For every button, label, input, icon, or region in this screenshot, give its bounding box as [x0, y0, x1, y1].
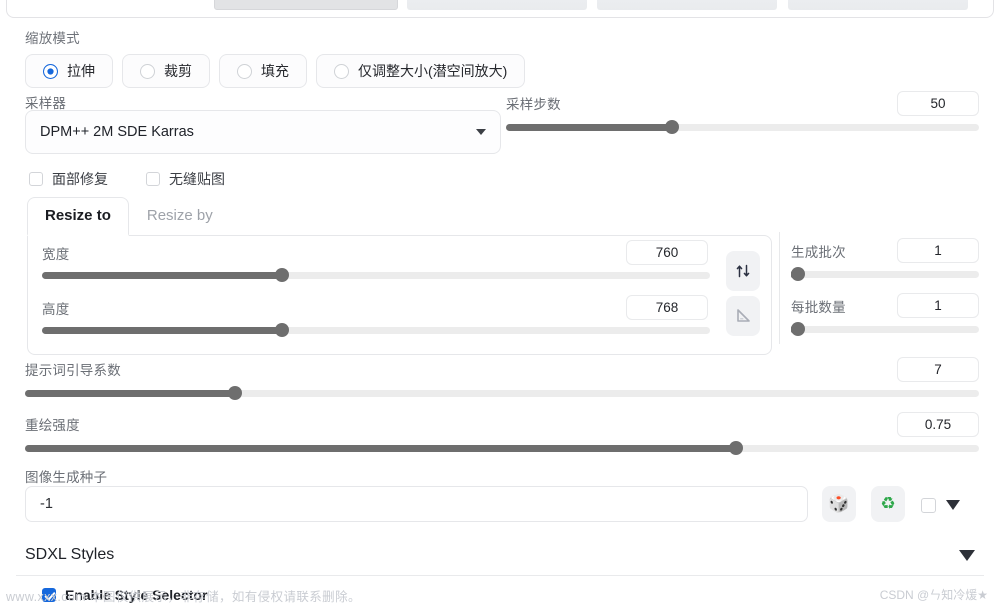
swap-dimensions-button[interactable] [726, 251, 760, 291]
scale-mode-option-label: 仅调整大小(潜空间放大) [358, 63, 508, 79]
radio-icon [140, 63, 155, 79]
panel-divider [779, 232, 780, 344]
scale-mode-title: 缩放模式 [25, 31, 80, 46]
batch-count-label: 生成批次 [791, 245, 846, 260]
slider-knob[interactable] [664, 120, 679, 134]
scale-mode-option-label: 填充 [261, 63, 289, 79]
slider-fill [25, 390, 235, 397]
slider-fill [25, 445, 736, 452]
scale-mode-option-label: 拉伸 [67, 63, 95, 79]
cfg-scale-label: 提示词引导系数 [25, 363, 121, 378]
chevron-down-icon [959, 549, 975, 561]
width-label: 宽度 [42, 247, 70, 262]
cfg-scale-slider[interactable] [25, 386, 979, 400]
sampler-value: DPM++ 2M SDE Karras [40, 124, 194, 140]
slider-knob[interactable] [790, 267, 805, 281]
reuse-seed-button[interactable]: ♻ [871, 486, 905, 522]
slider-knob[interactable] [227, 386, 242, 400]
denoising-strength-input[interactable]: 0.75 [897, 412, 979, 437]
batch-size-label: 每批数量 [791, 300, 846, 315]
watermark-right: CSDN @ㄣ知冷煖★ [879, 588, 988, 602]
scale-mode-section: 缩放模式 [25, 27, 80, 47]
sampler-label: 采样器 [25, 96, 67, 111]
denoising-strength-slider[interactable] [25, 441, 979, 455]
batch-size-input[interactable]: 1 [897, 293, 979, 318]
divider [16, 575, 984, 576]
batch-count-input[interactable]: 1 [897, 238, 979, 263]
top-tab-strip [0, 0, 1000, 22]
slider-knob[interactable] [790, 322, 805, 336]
seed-label: 图像生成种子 [25, 470, 108, 485]
cfg-scale-input[interactable]: 7 [897, 357, 979, 382]
width-slider[interactable] [42, 268, 710, 282]
sdxl-styles-title: SDXL Styles [25, 546, 115, 563]
img2img-settings-panel: 缩放模式 拉伸 裁剪 填充 仅调整大小(潜空间放大) 采样器 DPM++ 2M … [0, 0, 1000, 603]
restore-faces-label: 面部修复 [52, 171, 108, 187]
resize-tab-bar: Resize to Resize by [27, 197, 231, 236]
height-number-input[interactable]: 768 [626, 295, 708, 320]
slider-knob[interactable] [275, 323, 290, 337]
scale-mode-option-fill[interactable]: 填充 [219, 54, 307, 88]
slider-fill [42, 272, 283, 279]
slider-fill [42, 327, 283, 334]
scale-mode-radio-group: 拉伸 裁剪 填充 仅调整大小(潜空间放大) [25, 54, 526, 88]
tiling-checkbox[interactable]: 无缝贴图 [146, 169, 225, 189]
scale-mode-option-label: 裁剪 [164, 63, 192, 79]
chevron-down-icon [946, 500, 960, 510]
watermark-left: www.xxx.com 本图仅供展示，非存储，如有侵权请联系删除。 [6, 590, 361, 603]
scale-mode-option-crop[interactable]: 裁剪 [122, 54, 210, 88]
top-chip-2[interactable] [407, 0, 587, 10]
denoising-strength-label: 重绘强度 [25, 418, 80, 433]
sdxl-styles-accordion[interactable]: SDXL Styles [25, 538, 975, 572]
slider-fill [506, 124, 672, 131]
scale-mode-option-stretch[interactable]: 拉伸 [25, 54, 113, 88]
extra-seed-expand-button[interactable] [946, 500, 960, 510]
steps-slider[interactable] [506, 120, 979, 134]
extra-seed-checkbox[interactable] [921, 498, 936, 513]
batch-size-slider[interactable] [790, 322, 979, 336]
swap-vertical-icon [736, 264, 750, 278]
random-seed-button[interactable]: 🎲 [822, 486, 856, 522]
radio-icon [334, 63, 349, 79]
radio-icon [237, 63, 252, 79]
tiling-label: 无缝贴图 [169, 171, 225, 187]
radio-icon [43, 63, 58, 79]
aspect-ratio-button[interactable] [726, 296, 760, 336]
height-label: 高度 [42, 302, 70, 317]
steps-number-input[interactable]: 50 [897, 91, 979, 116]
restore-faces-checkbox[interactable]: 面部修复 [29, 169, 108, 189]
sampler-dropdown[interactable]: DPM++ 2M SDE Karras [25, 110, 501, 154]
steps-label: 采样步数 [506, 97, 561, 112]
slider-knob[interactable] [275, 268, 290, 282]
slider-knob[interactable] [728, 441, 743, 455]
dice-icon: 🎲 [828, 494, 850, 513]
batch-count-slider[interactable] [790, 267, 979, 281]
tab-resize-to[interactable]: Resize to [27, 197, 129, 236]
scale-mode-option-latent[interactable]: 仅调整大小(潜空间放大) [316, 54, 526, 88]
slider-track [791, 271, 979, 278]
slider-track [791, 326, 979, 333]
tab-resize-by[interactable]: Resize by [129, 197, 231, 236]
checkbox-icon [29, 172, 43, 186]
top-chip-4[interactable] [788, 0, 968, 10]
seed-input[interactable]: -1 [25, 486, 808, 522]
recycle-icon: ♻ [880, 494, 896, 513]
checkbox-icon [146, 172, 160, 186]
top-chip-3[interactable] [597, 0, 777, 10]
height-slider[interactable] [42, 323, 710, 337]
chevron-down-icon [476, 129, 486, 135]
triangle-ruler-icon [737, 309, 750, 322]
top-chip-1[interactable] [214, 0, 398, 10]
width-number-input[interactable]: 760 [626, 240, 708, 265]
